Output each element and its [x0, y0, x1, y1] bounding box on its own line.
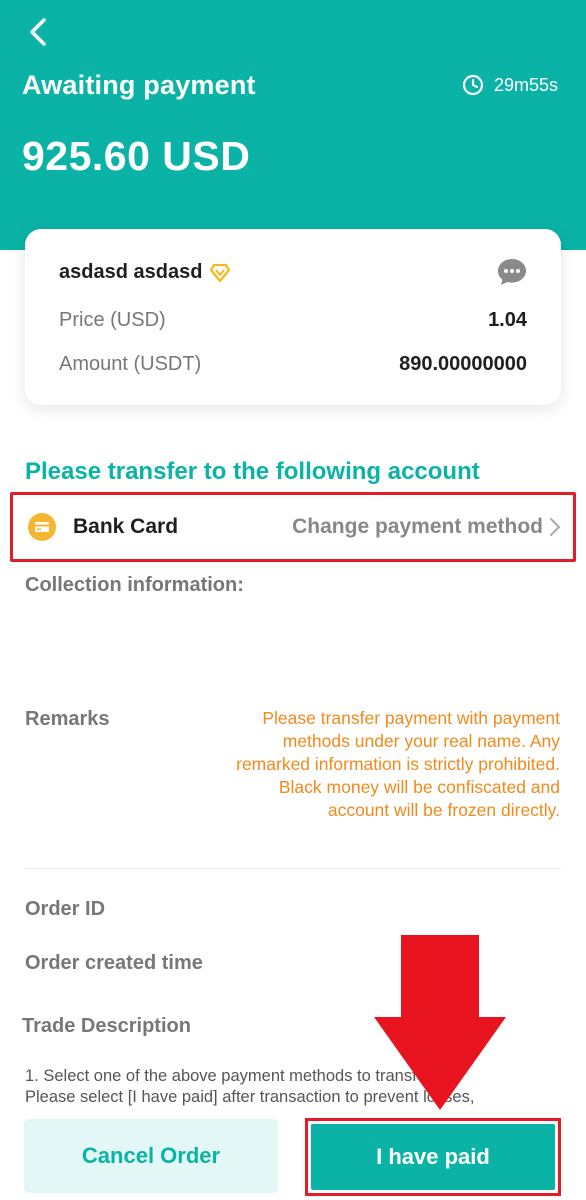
- bank-card-label: Bank Card: [73, 515, 179, 538]
- payment-method-row[interactable]: Bank Card Change payment method: [10, 492, 576, 562]
- page-title: Awaiting payment: [22, 70, 256, 100]
- order-created-time-label: Order created time: [25, 952, 203, 974]
- price-value: 1.04: [488, 309, 527, 331]
- change-payment-method-button[interactable]: Change payment method: [292, 515, 561, 539]
- amount-label: Amount (USDT): [59, 353, 202, 375]
- remarks-line: account will be frozen directly.: [327, 800, 560, 820]
- amount-value: 890.00000000: [399, 353, 527, 375]
- amount-row: Amount (USDT) 890.00000000: [59, 353, 527, 376]
- remarks-line: remarked information is strictly prohibi…: [236, 754, 560, 774]
- chevron-right-icon: [550, 518, 560, 536]
- chevron-left-icon: [30, 18, 46, 46]
- change-payment-method-label: Change payment method: [292, 515, 543, 538]
- chat-button[interactable]: [497, 257, 527, 292]
- i-have-paid-button[interactable]: I have paid: [311, 1124, 555, 1190]
- collection-info-label: Collection information:: [25, 574, 244, 596]
- price-row: Price (USD) 1.04: [59, 309, 527, 332]
- timer-text: 29m55s: [493, 74, 558, 95]
- order-summary-card: asdasd asdasd Price (USD) 1.04 Amount (U…: [25, 229, 561, 405]
- seller-info: asdasd asdasd: [59, 261, 231, 284]
- chat-bubble-icon: [498, 259, 526, 285]
- remarks-label: Remarks: [25, 708, 110, 730]
- back-button[interactable]: [18, 12, 58, 52]
- payment-method-selected: Bank Card: [27, 512, 178, 542]
- section-divider: [25, 868, 561, 869]
- remarks-line: methods under your real name. Any: [282, 731, 560, 751]
- order-id-label: Order ID: [25, 898, 106, 920]
- total-amount: 925.60 USD: [22, 133, 251, 179]
- trade-description-title: Trade Description: [22, 1015, 191, 1037]
- payment-screen: Awaiting payment 29m55s 925.60 USD asdas…: [0, 0, 586, 1200]
- remarks-line: Black money will be confiscated and: [278, 777, 560, 797]
- paid-button-highlight: I have paid: [305, 1118, 561, 1196]
- clock-icon: [462, 74, 484, 96]
- bank-card-icon: [28, 513, 56, 541]
- remarks-line: Please transfer payment with payment: [262, 708, 560, 728]
- remarks-warning-text: Please transfer payment with payment met…: [180, 707, 560, 822]
- countdown-timer: 29m55s: [462, 74, 558, 96]
- vip-diamond-icon: [210, 263, 231, 282]
- red-arrow-down-icon: [374, 935, 506, 1110]
- transfer-section-title: Please transfer to the following account: [25, 458, 480, 485]
- cancel-order-button[interactable]: Cancel Order: [24, 1119, 278, 1193]
- price-label: Price (USD): [59, 309, 166, 331]
- seller-name: asdasd asdasd: [59, 261, 203, 283]
